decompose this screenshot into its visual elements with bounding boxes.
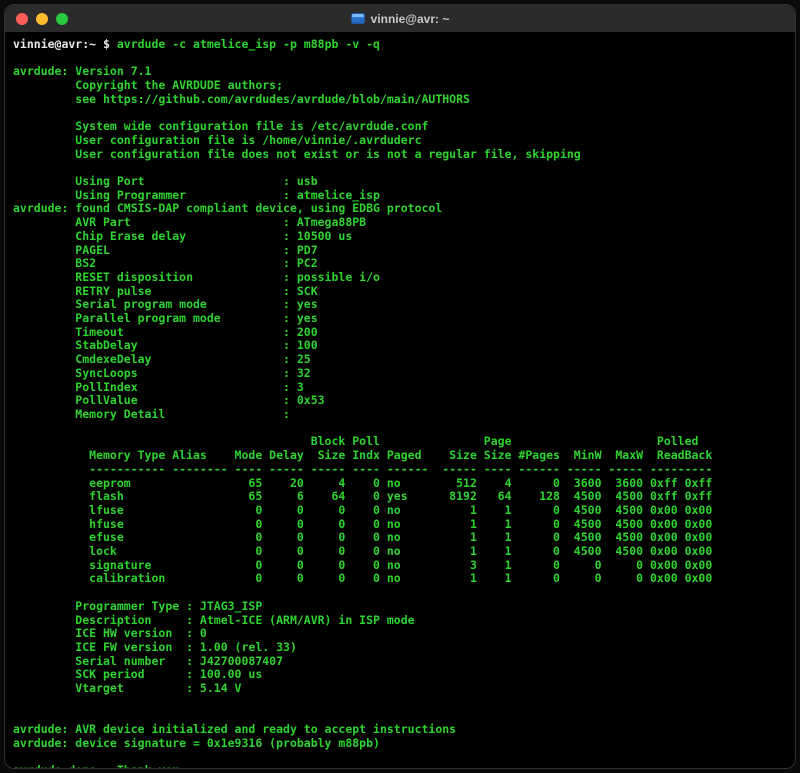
zoom-button[interactable] [56,12,68,25]
prompt-line: vinnie@avr:~ $ avrdude -c atmelice_isp -… [13,37,795,52]
command-text: avrdude -c atmelice_isp -p m88pb -v -q [116,37,380,51]
shell-prompt: vinnie@avr:~ $ [13,37,117,51]
window-title-area: vinnie@avr: ~ [5,5,795,32]
traffic-lights [5,12,68,25]
minimize-button[interactable] [36,12,48,25]
terminal-screen[interactable]: vinnie@avr:~ $ avrdude -c atmelice_isp -… [5,33,795,768]
terminal-output: avrdude: Version 7.1 Copyright the AVRDU… [13,64,713,768]
terminal-window: vinnie@avr: ~ vinnie@avr:~ $ avrdude -c … [4,4,796,769]
close-button[interactable] [16,12,28,25]
window-title: vinnie@avr: ~ [370,11,450,26]
titlebar[interactable]: vinnie@avr: ~ [5,5,795,33]
terminal-tab-icon [350,13,365,24]
